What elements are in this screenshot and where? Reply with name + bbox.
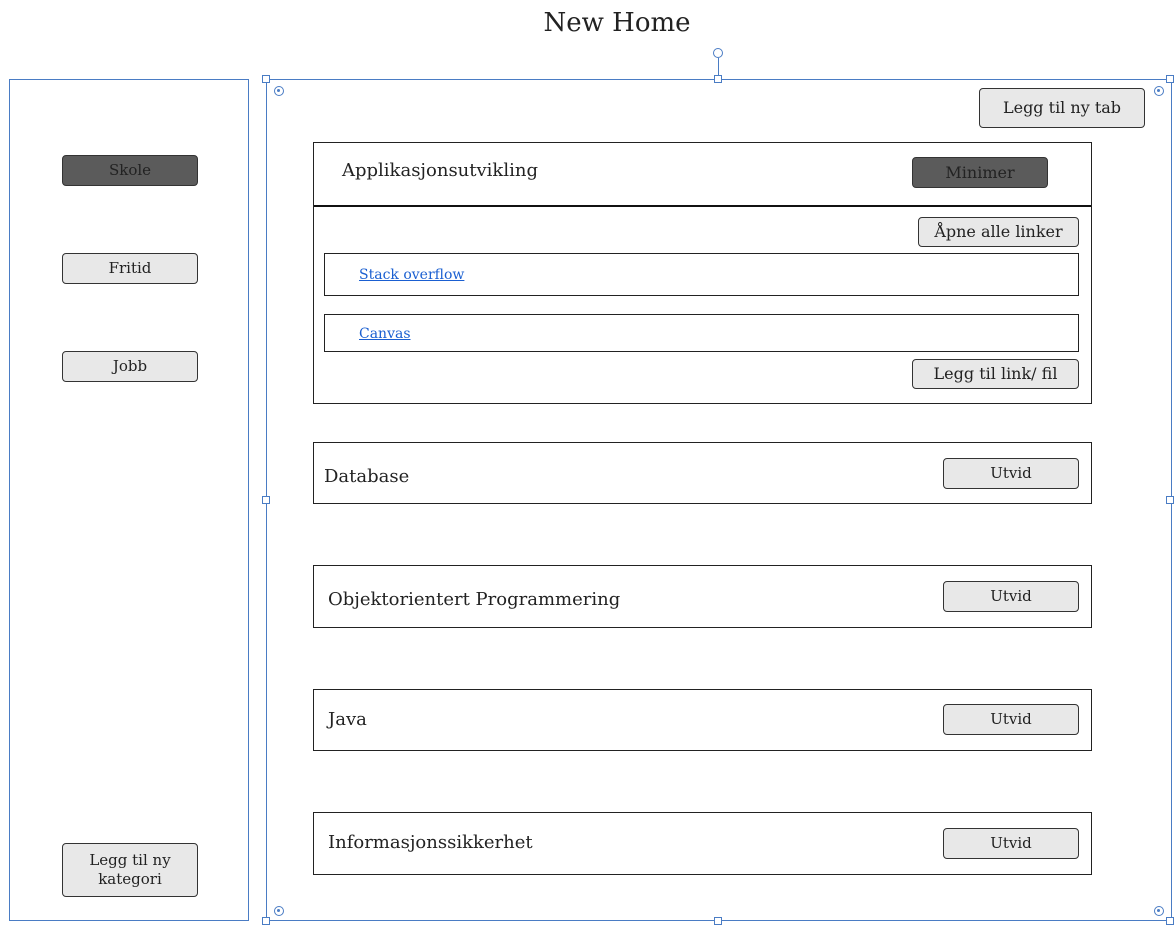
anchor-point-icon (1154, 906, 1164, 916)
resize-handle-bottom-left[interactable] (262, 917, 270, 925)
expand-button-java[interactable]: Utvid (943, 704, 1079, 735)
tab-title: Objektorientert Programmering (328, 589, 621, 610)
resize-handle-bottom-right[interactable] (1166, 917, 1174, 925)
expand-button-database[interactable]: Utvid (943, 458, 1079, 489)
resize-handle-top-left[interactable] (262, 75, 270, 83)
tab-title: Java (328, 709, 367, 730)
tab-title: Database (324, 466, 410, 487)
expand-button-informasjonssikkerhet[interactable]: Utvid (943, 828, 1079, 859)
expand-button-objektorientert-programmering[interactable]: Utvid (943, 581, 1079, 612)
rotation-handle-line (718, 58, 719, 76)
add-link-file-button[interactable]: Legg til link/ fil (912, 359, 1079, 389)
category-button-jobb[interactable]: Jobb (62, 351, 198, 382)
link-row: Canvas (324, 314, 1079, 352)
minimize-button[interactable]: Minimer (912, 157, 1048, 188)
category-button-fritid[interactable]: Fritid (62, 253, 198, 284)
tab-title: Informasjonssikkerhet (328, 832, 533, 853)
add-category-button[interactable]: Legg til ny kategori (62, 843, 198, 897)
link-canvas[interactable]: Canvas (359, 326, 411, 342)
open-all-links-button[interactable]: Åpne alle linker (918, 217, 1079, 247)
tab-title: Applikasjonsutvikling (342, 160, 538, 181)
anchor-point-icon (274, 86, 284, 96)
category-sidebar (9, 79, 249, 921)
resize-handle-right[interactable] (1166, 496, 1174, 504)
resize-handle-top-right[interactable] (1166, 75, 1174, 83)
anchor-point-icon (274, 906, 284, 916)
category-button-skole[interactable]: Skole (62, 155, 198, 186)
add-tab-button[interactable]: Legg til ny tab (979, 88, 1145, 128)
rotation-handle[interactable] (713, 48, 723, 58)
page-title: New Home (543, 8, 691, 38)
anchor-point-icon (1154, 86, 1164, 96)
resize-handle-bottom[interactable] (714, 917, 722, 925)
resize-handle-top[interactable] (714, 75, 722, 83)
resize-handle-left[interactable] (262, 496, 270, 504)
link-row: Stack overflow (324, 253, 1079, 296)
link-stack-overflow[interactable]: Stack overflow (359, 267, 464, 283)
tab-header-divider (314, 205, 1091, 207)
